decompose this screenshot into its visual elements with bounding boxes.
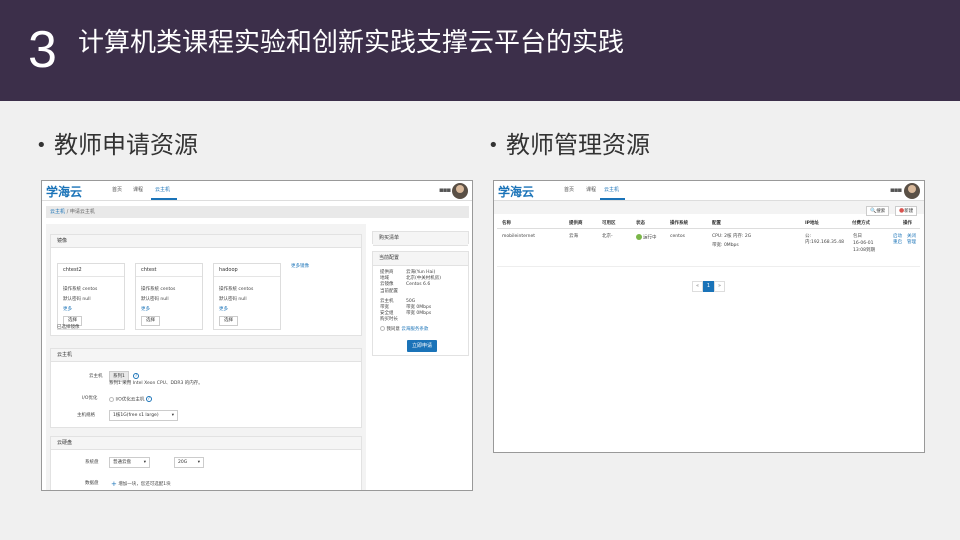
row-name: mobileinternet — [502, 234, 536, 239]
nav-cloud-host[interactable]: 云主机 — [155, 186, 170, 193]
image-more-link[interactable]: 更多 — [219, 306, 228, 312]
search-button[interactable]: 🔍搜索 — [866, 206, 890, 216]
add-data-disk-button[interactable]: + 增加一块，您还可选配1块 — [111, 481, 171, 488]
system-disk-type-select[interactable]: 普通云盘 ▾ — [109, 457, 150, 468]
slide-header: 3 计算机类课程实验和创新实践支撑云平台的实践 — [0, 0, 960, 101]
disk-section-title: 云硬盘 — [51, 437, 361, 450]
nav-home[interactable]: 首页 — [112, 186, 122, 193]
select-image-button[interactable]: 选择 — [219, 316, 238, 326]
io-optimized-option[interactable]: I/O优化云主机 ? — [109, 396, 152, 404]
cart-title: 购买清单 — [373, 232, 468, 246]
current-config-title: 当前配置 — [373, 252, 468, 266]
manage-resource-screenshot: 学海云 首页 课程 云主机 ▪▪▪ 🔍搜索 ●新建 名称 提供商 可用区 状态 … — [493, 180, 925, 453]
image-more-link[interactable]: 更多 — [63, 306, 72, 312]
host-section: 云主机 云主机 系列1 ? 系列1 采用 Intel Xeon CPU、DDR3… — [50, 348, 362, 428]
terms-link[interactable]: 云海服务条款 — [401, 327, 428, 332]
agree-terms-checkbox[interactable]: 我同意 云海服务条款 — [380, 326, 428, 333]
breadcrumb-current: 申请云主机 — [69, 209, 95, 215]
app-logo[interactable]: 学海云 — [46, 183, 82, 200]
apps-grid-icon[interactable]: ▪▪▪ — [439, 186, 451, 194]
breadcrumb: 云主机 / 申请云主机 — [46, 206, 469, 218]
nav-active-indicator — [600, 198, 625, 200]
disk-section: 云硬盘 系统盘 普通云盘 ▾ 20G ▾ 数据盘 + 增加一块，您还可选配1块 — [50, 436, 362, 490]
user-avatar[interactable] — [904, 183, 920, 199]
image-card-chtest[interactable]: chtest 操作系统 centos 默认密码 null 更多 选择 — [135, 263, 203, 330]
top-nav: 学海云 首页 课程 云主机 ▪▪▪ — [494, 181, 924, 201]
slide-number: 3 — [28, 21, 57, 79]
image-card-chtest2[interactable]: chtest2 操作系统 centos 默认密码 null 更多 选择 — [57, 263, 125, 330]
apply-main: 镜像 chtest2 操作系统 centos 默认密码 null 更多 选择 c… — [46, 224, 366, 490]
slide-title: 计算机类课程实验和创新实践支撑云平台的实践 — [78, 28, 625, 58]
nav-cloud-host[interactable]: 云主机 — [604, 186, 619, 193]
image-section: 镜像 chtest2 操作系统 centos 默认密码 null 更多 选择 c… — [50, 234, 362, 336]
new-button[interactable]: ●新建 — [895, 206, 918, 216]
restart-button[interactable]: 重启 — [893, 240, 902, 246]
nav-courses[interactable]: 课程 — [133, 186, 143, 193]
pager-prev[interactable]: « — [692, 281, 703, 292]
manage-button[interactable]: 管理 — [907, 240, 916, 246]
submit-apply-button[interactable]: 立即申请 — [407, 340, 437, 352]
chevron-down-icon: ▾ — [171, 413, 174, 418]
app-logo[interactable]: 学海云 — [498, 183, 534, 200]
breadcrumb-cloud-host[interactable]: 云主机 — [50, 209, 65, 215]
nav-home[interactable]: 首页 — [564, 186, 574, 193]
table-header: 名称 提供商 可用区 状态 操作系统 配置 IP地址 付费方式 操作 — [497, 219, 920, 229]
image-section-title: 镜像 — [51, 235, 361, 248]
pager-page-1[interactable]: 1 — [703, 281, 714, 292]
pager-next[interactable]: » — [714, 281, 725, 292]
apply-resource-screenshot: 学海云 首页 课程 云主机 ▪▪▪ 云主机 / 申请云主机 镜像 chtest2… — [41, 180, 473, 491]
system-disk-size-select[interactable]: 20G ▾ — [174, 457, 204, 468]
help-icon[interactable]: ? — [133, 373, 139, 379]
cart-panel: 购买清单 — [372, 231, 469, 246]
nav-active-indicator — [151, 198, 177, 200]
user-avatar[interactable] — [452, 183, 468, 199]
stop-button[interactable]: 关闭 — [907, 234, 916, 240]
image-card-hadoop[interactable]: hadoop 操作系统 centos 默认密码 null 更多 选择 — [213, 263, 281, 330]
host-section-title: 云主机 — [51, 349, 361, 362]
nav-courses[interactable]: 课程 — [586, 186, 596, 193]
table-row: mobileinternet 云海 北京- 运行中 centos CPU: 2核… — [497, 231, 920, 267]
chevron-down-icon: ▾ — [197, 460, 200, 465]
help-icon[interactable]: ? — [145, 396, 152, 402]
running-status-icon — [636, 234, 642, 240]
selected-image-label: 已选择镜像 — [57, 325, 80, 330]
current-config-panel: 当前配置 提供商 云海(Yun Hai) 地域 北京(中关村机房) 云镜像 Cento… — [372, 251, 469, 356]
chevron-down-icon: ▾ — [143, 460, 146, 465]
top-nav: 学海云 首页 课程 云主机 ▪▪▪ — [42, 181, 472, 201]
image-more-link[interactable]: 更多 — [141, 306, 150, 312]
apps-grid-icon[interactable]: ▪▪▪ — [890, 186, 902, 194]
start-button[interactable]: 启动 — [893, 234, 902, 240]
plus-icon: + — [111, 480, 117, 488]
bullet-right: • 教师管理资源 — [488, 131, 650, 159]
more-images-link[interactable]: 更多镜像 — [291, 264, 309, 270]
status-badge: 运行中 — [636, 234, 657, 241]
select-image-button[interactable]: 选择 — [141, 316, 160, 326]
bullet-left: • 教师申请资源 — [36, 131, 198, 159]
host-spec-select[interactable]: 1核1G(free s1 large) ▾ — [109, 410, 178, 421]
series-description: 系列1 采用 Intel Xeon CPU、DDR3 的内存。 — [109, 381, 203, 386]
